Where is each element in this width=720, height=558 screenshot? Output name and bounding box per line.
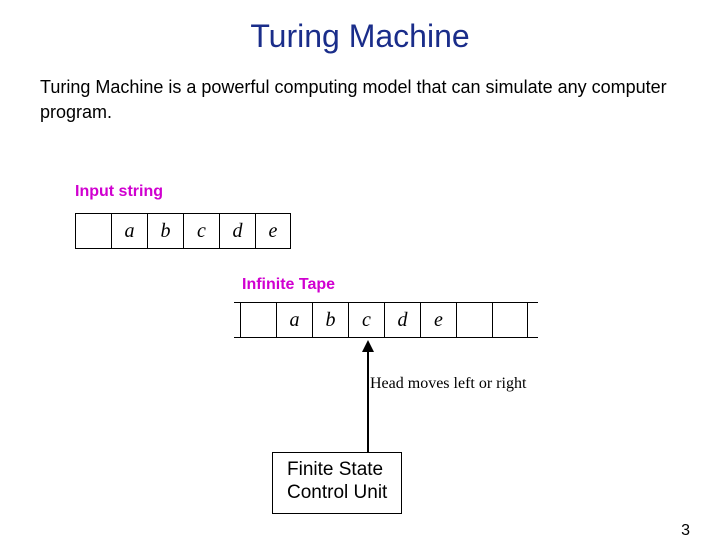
tape-cell: b bbox=[312, 302, 348, 338]
input-cell: d bbox=[219, 213, 255, 249]
tape-cell bbox=[456, 302, 492, 338]
control-unit-box: Finite State Control Unit bbox=[272, 452, 402, 514]
input-string-label: Input string bbox=[75, 183, 163, 201]
input-cell: c bbox=[183, 213, 219, 249]
tape-cell bbox=[240, 302, 276, 338]
tape-cell: d bbox=[384, 302, 420, 338]
head-caption: Head moves left or right bbox=[370, 375, 526, 393]
head-arrow bbox=[362, 340, 374, 452]
control-line1: Finite State bbox=[287, 459, 387, 482]
arrow-shaft bbox=[367, 352, 369, 452]
slide-title: Turing Machine bbox=[0, 18, 720, 55]
tape-cell: e bbox=[420, 302, 456, 338]
input-cell bbox=[75, 213, 111, 249]
page-number: 3 bbox=[681, 522, 690, 540]
input-string-row: a b c d e bbox=[75, 213, 291, 249]
tape-cell: a bbox=[276, 302, 312, 338]
input-cell: a bbox=[111, 213, 147, 249]
tape-row: a b c d e bbox=[240, 302, 528, 338]
tape-cell bbox=[492, 302, 528, 338]
control-line2: Control Unit bbox=[287, 482, 387, 505]
tape-open-right bbox=[526, 302, 538, 338]
infinite-tape-label: Infinite Tape bbox=[242, 276, 335, 294]
input-cell: e bbox=[255, 213, 291, 249]
description-text: Turing Machine is a powerful computing m… bbox=[40, 75, 680, 125]
input-cell: b bbox=[147, 213, 183, 249]
tape-cell: c bbox=[348, 302, 384, 338]
arrowhead-icon bbox=[362, 340, 374, 352]
